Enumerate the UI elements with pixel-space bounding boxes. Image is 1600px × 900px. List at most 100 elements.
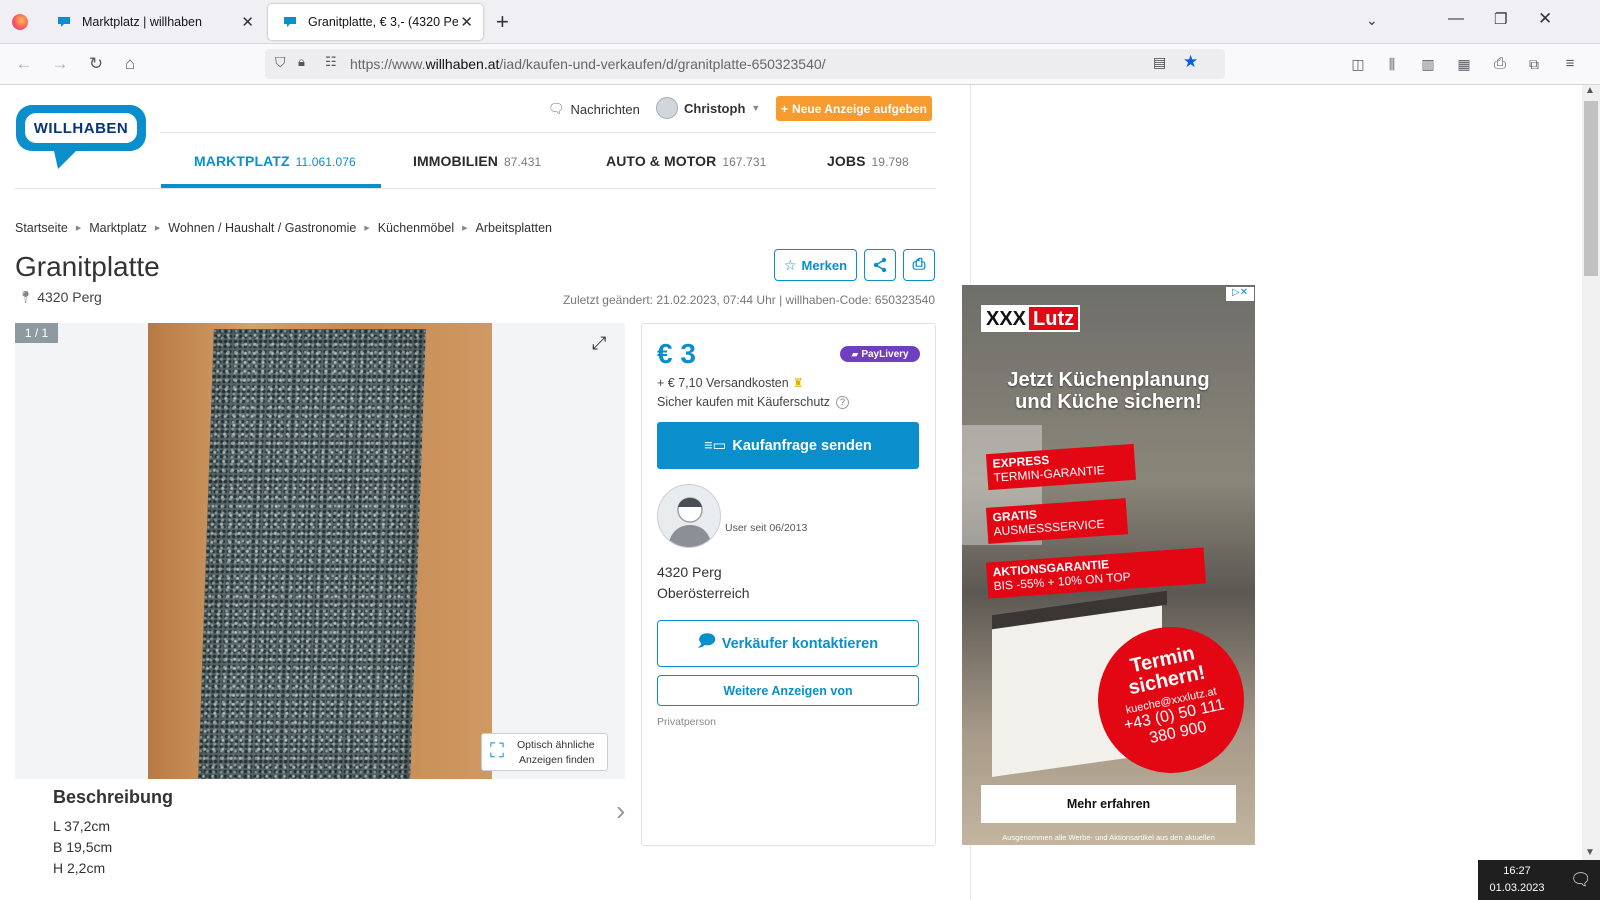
extensions-puzzle-icon[interactable]: ⧉ — [1522, 52, 1546, 76]
buyer-protection: Sicher kaufen mit Käuferschutz ? — [657, 395, 849, 409]
url-domain: willhaben.at — [425, 56, 500, 72]
notification-icon[interactable]: 🗨︎ — [1570, 870, 1592, 890]
firefox-icon[interactable] — [12, 14, 28, 30]
visual-search-line1: Optisch ähnliche — [517, 739, 595, 751]
sidebar-icon[interactable]: ▥ — [1416, 52, 1440, 76]
extension-icon[interactable]: ▦ — [1452, 52, 1476, 76]
listing-meta: Zuletzt geändert: 21.02.2023, 07:44 Uhr … — [562, 293, 935, 307]
breadcrumb-item[interactable]: Wohnen / Haushalt / Gastronomie — [168, 221, 356, 235]
library-icon[interactable]: ⫼ — [1380, 52, 1404, 76]
image-search-icon: ⛶ — [490, 740, 504, 762]
shipping-text: + € 7,10 Versandkosten — [657, 376, 789, 390]
help-icon[interactable]: ? — [836, 395, 849, 409]
logo-xxx: XXX — [983, 307, 1030, 330]
page-content: WILLHABEN 🗨︎ Nachrichten Christoph ▼ + Ne… — [0, 85, 970, 900]
breadcrumb-item[interactable]: Startseite — [15, 221, 68, 235]
new-ad-button[interactable]: + Neue Anzeige aufgeben — [776, 96, 932, 121]
save-button[interactable]: ☆ Merken — [774, 249, 857, 281]
scroll-thumb[interactable] — [1584, 101, 1598, 276]
reload-icon[interactable]: ↻ — [84, 52, 108, 76]
restore-icon[interactable]: ❐ — [1494, 10, 1507, 28]
breadcrumb-item[interactable]: Küchenmöbel — [378, 221, 454, 235]
star-outline-icon: ☆ — [783, 256, 797, 273]
nav-immobilien[interactable]: IMMOBILIEN 87.431 — [413, 153, 541, 169]
menu-icon[interactable]: ≡ — [1558, 52, 1582, 76]
messages-link[interactable]: 🗨︎ Nachrichten — [548, 101, 640, 117]
fullscreen-icon[interactable]: ⤢ — [592, 333, 606, 354]
breadcrumb-item[interactable]: Marktplatz — [89, 221, 147, 235]
nav-jobs[interactable]: JOBS 19.798 — [827, 153, 909, 169]
description-line: B 19,5cm — [53, 839, 113, 855]
new-tab-button[interactable]: + — [496, 9, 509, 35]
willhaben-logo[interactable]: WILLHABEN — [16, 105, 146, 173]
pocket-icon[interactable]: ◫ — [1346, 52, 1370, 76]
tab-granitplatte[interactable]: Granitplatte, € 3,- (4320 Perg) - ... ✕ — [268, 4, 483, 40]
lock-icon[interactable]: 🔒︎ — [298, 54, 305, 70]
url-text[interactable]: https://www.willhaben.at/iad/kaufen-und-… — [350, 56, 826, 72]
visual-search-line2: Anzeigen finden — [519, 754, 595, 766]
ad-footer: Ausgenommen alle Werbe- und Aktionsartik… — [1002, 833, 1215, 842]
page-title: Granitplatte — [15, 251, 160, 282]
nav-marktplatz[interactable]: MARKTPLATZ 11.061.076 — [194, 153, 356, 169]
nav-bottom-divider — [15, 188, 936, 189]
scrollbar[interactable]: ▲ ▼ — [1582, 85, 1600, 860]
shield-icon[interactable]: ⛉ — [275, 54, 286, 71]
more-ads-button[interactable]: Weitere Anzeigen von — [657, 675, 919, 706]
close-window-icon[interactable]: ✕ — [1538, 9, 1552, 29]
chevron-right-icon[interactable]: › — [616, 795, 625, 827]
nav-label: AUTO & MOTOR — [606, 153, 717, 169]
xxxlutz-logo: XXX Lutz — [981, 305, 1081, 332]
contact-seller-button[interactable]: 🗩︎ Verkäufer kontaktieren — [657, 620, 919, 667]
back-icon[interactable]: ← — [12, 52, 36, 76]
user-since: User seit 06/2013 — [725, 522, 808, 534]
scroll-down-icon[interactable]: ▼ — [1585, 847, 1595, 858]
permissions-icon[interactable]: ☷ — [325, 54, 337, 70]
minimize-icon[interactable]: — — [1448, 10, 1464, 28]
ad-headline-1: Jetzt Küchenplanung — [1007, 369, 1210, 391]
image-gallery[interactable]: 1 / 1 ⤢ ⛶ Optisch ähnliche Anzeigen find… — [15, 323, 625, 779]
url-bar[interactable]: ⛉ 🔒︎ ☷ https://www.willhaben.at/iad/kauf… — [265, 49, 1225, 79]
fast-delivery-icon: ≡▭ — [704, 437, 727, 454]
product-image[interactable] — [148, 323, 492, 779]
listing-location: 📍︎ 4320 Perg — [18, 289, 102, 305]
user-menu[interactable]: Christoph ▼ — [656, 97, 760, 119]
list-tabs-icon[interactable]: ⌄ — [1366, 12, 1378, 29]
visual-search-button[interactable]: ⛶ Optisch ähnliche Anzeigen finden — [481, 733, 608, 771]
bookmark-star-icon[interactable]: ★ — [1183, 52, 1198, 72]
url-prefix: https://www. — [350, 56, 426, 72]
xxxlutz-ad[interactable]: ▷✕ XXX Lutz Jetzt Küchenplanung und Küch… — [962, 285, 1255, 845]
close-tab-icon[interactable]: ✕ — [241, 13, 254, 31]
new-ad-label: Neue Anzeige aufgeben — [792, 101, 927, 116]
chat-bubble-icon: 🗨︎ — [548, 101, 565, 116]
scroll-up-icon[interactable]: ▲ — [1585, 85, 1595, 96]
forward-icon[interactable]: → — [48, 52, 72, 76]
buy-request-button[interactable]: ≡▭ Kaufanfrage senden — [657, 422, 919, 469]
tab-marktplatz[interactable]: Marktplatz | willhaben ✕ — [42, 4, 264, 40]
breadcrumb-item[interactable]: Arbeitsplatten — [476, 221, 552, 235]
tab-bar: Marktplatz | willhaben ✕ Granitplatte, €… — [0, 0, 1600, 44]
seller-region: Oberösterreich — [657, 585, 750, 601]
taskbar-clock[interactable]: 16:27 01.03.2023 🗨︎ — [1478, 860, 1600, 900]
nav-auto-motor[interactable]: AUTO & MOTOR 167.731 — [606, 153, 766, 169]
ad-cta-button[interactable]: Mehr erfahren — [981, 785, 1236, 823]
logo-bubble-icon — [16, 105, 146, 169]
chat-icon: 🗩︎ — [697, 633, 716, 650]
share-button[interactable] — [864, 249, 896, 281]
reader-view-icon[interactable]: ▤ — [1153, 54, 1166, 71]
seller-type: Privatperson — [657, 716, 716, 728]
home-icon[interactable]: ⌂ — [118, 52, 142, 76]
ad-badge-aktion: AKTIONSGARANTIE BIS -55% + 10% ON TOP — [986, 547, 1206, 599]
print-button[interactable]: ⎙ — [903, 249, 935, 281]
tab-label: Marktplatz | willhaben — [82, 15, 202, 29]
messages-label: Nachrichten — [570, 101, 640, 117]
print-icon[interactable]: ⎙ — [1488, 52, 1512, 76]
nav-count: 87.431 — [504, 155, 542, 169]
chevron-down-icon: ▼ — [751, 103, 761, 113]
share-icon — [873, 257, 887, 273]
description-line: H 2,2cm — [53, 860, 106, 876]
close-tab-icon[interactable]: ✕ — [460, 13, 473, 31]
seller-avatar[interactable] — [657, 484, 721, 548]
caret-right-icon: ▶ — [75, 225, 82, 232]
navigation-toolbar: ← → ↻ ⌂ ⛉ 🔒︎ ☷ https://www.willhaben.at/… — [0, 44, 1600, 85]
ad-choice-icon[interactable]: ▷✕ — [1226, 287, 1254, 301]
